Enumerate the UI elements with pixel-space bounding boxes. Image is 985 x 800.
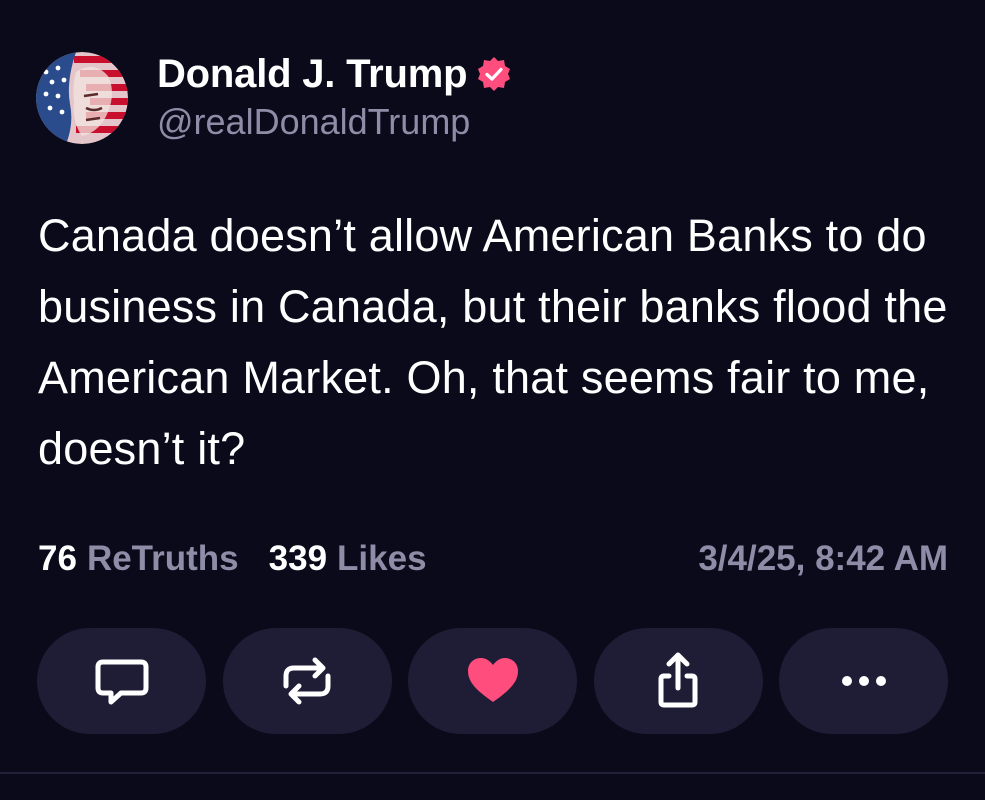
likes-count: 339: [268, 539, 328, 578]
retruth-button[interactable]: [222, 628, 392, 734]
retruths-label: ReTruths: [86, 539, 239, 578]
retruths-stat[interactable]: 76 ReTruths: [38, 539, 239, 579]
comment-icon: [95, 659, 148, 705]
post-body-text: Canada doesn’t allow American Banks to d…: [38, 210, 948, 474]
name-row: Donald J. Trump: [157, 49, 513, 99]
share-icon: [658, 652, 698, 708]
post-header: Donald J. Trump @realDonaldTrump: [36, 52, 513, 144]
bottom-divider: [0, 772, 985, 774]
more-icon: [841, 676, 886, 686]
repost-icon: [283, 657, 331, 705]
author-info: Donald J. Trump @realDonaldTrump: [157, 49, 513, 143]
avatar-image: [36, 52, 128, 144]
avatar[interactable]: [36, 52, 128, 144]
post-page: Donald J. Trump @realDonaldTrump Canada …: [0, 0, 985, 800]
heart-icon: [467, 658, 518, 702]
author-handle[interactable]: @realDonaldTrump: [157, 101, 513, 143]
retruths-count: 76: [38, 539, 77, 578]
like-button[interactable]: [408, 628, 577, 734]
post-timestamp: 3/4/25, 8:42 AM: [698, 539, 948, 578]
more-button[interactable]: [779, 628, 948, 734]
share-button[interactable]: [593, 628, 763, 734]
likes-stat[interactable]: 339 Likes: [269, 539, 427, 579]
likes-label: Likes: [337, 539, 427, 578]
author-display-name[interactable]: Donald J. Trump: [157, 52, 468, 97]
reply-button[interactable]: [37, 628, 206, 734]
verified-badge-icon: [475, 55, 513, 93]
post-stats: 76 ReTruths 339 Likes 3/4/25, 8:42 AM: [38, 534, 948, 584]
action-bar: [37, 628, 948, 734]
